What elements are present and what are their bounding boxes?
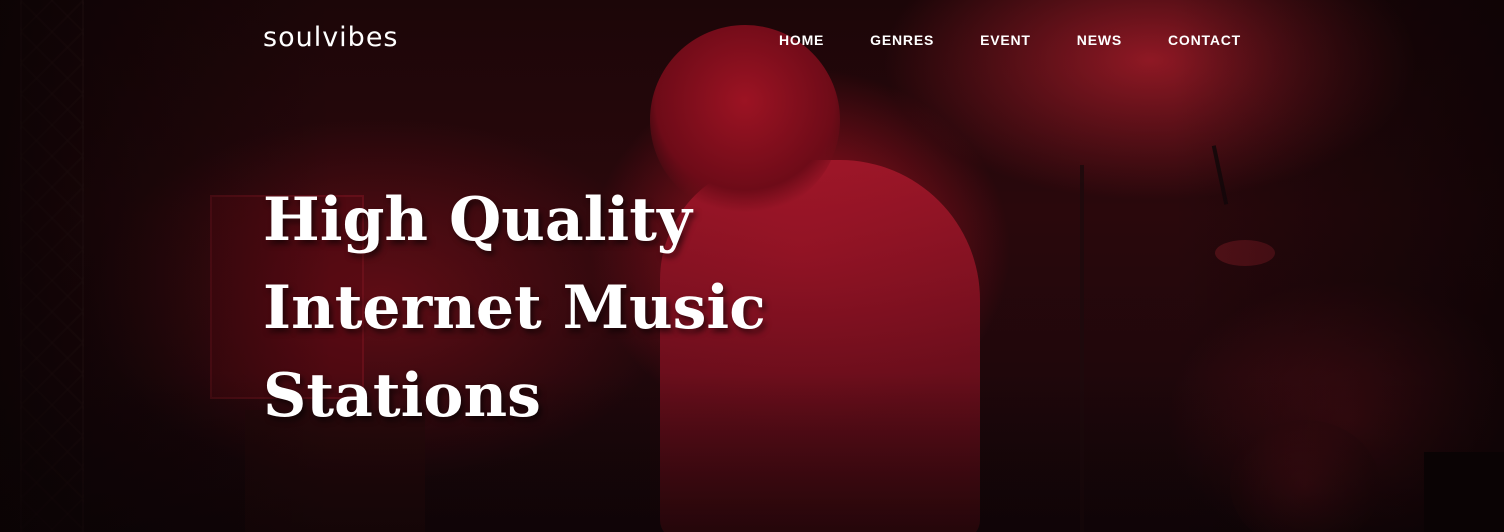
- nav-home[interactable]: HOME: [779, 32, 824, 48]
- hero-section: soulvibes HOME GENRES EVENT NEWS CONTACT…: [0, 0, 1504, 532]
- site-logo[interactable]: soulvibes: [263, 22, 399, 53]
- nav-contact[interactable]: CONTACT: [1168, 32, 1241, 48]
- headline-line-1: High Quality: [263, 185, 692, 255]
- nav-news[interactable]: NEWS: [1077, 32, 1122, 48]
- nav-genres[interactable]: GENRES: [870, 32, 934, 48]
- main-navigation: HOME GENRES EVENT NEWS CONTACT: [779, 32, 1241, 48]
- nav-event[interactable]: EVENT: [980, 32, 1031, 48]
- headline-line-2: Internet Music: [263, 273, 766, 343]
- hero-headline: High Quality Internet Music Stations: [263, 176, 863, 440]
- headline-line-3: Stations: [263, 361, 541, 431]
